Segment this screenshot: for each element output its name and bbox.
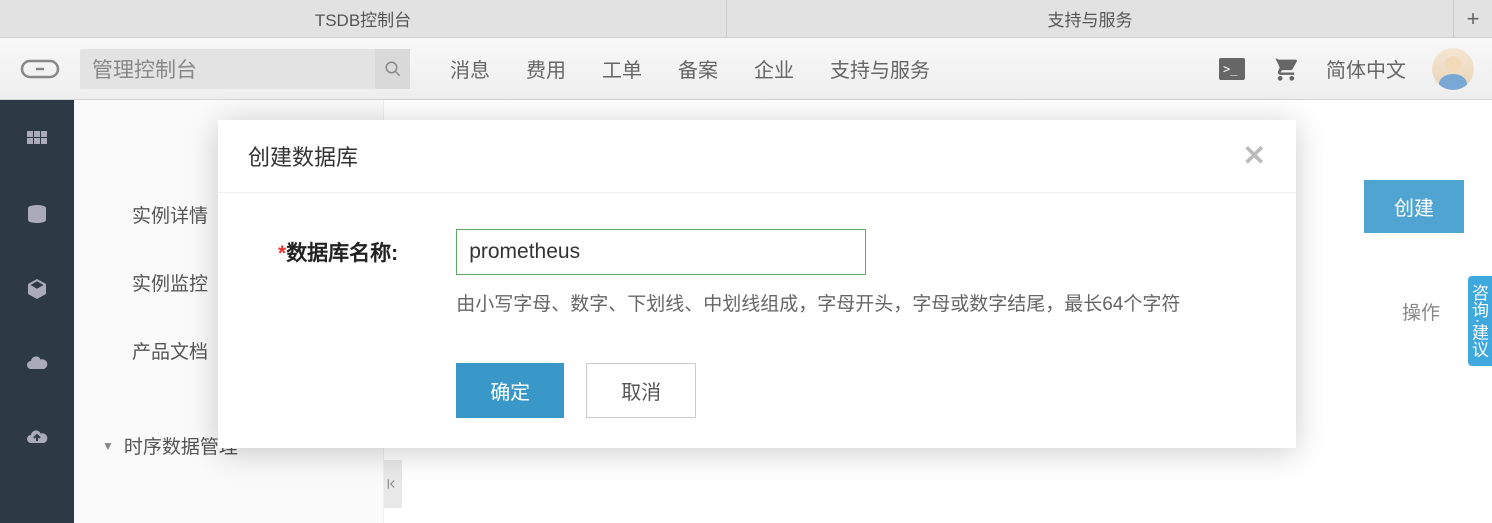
cloud-upload-icon: [25, 425, 49, 449]
modal-title: 创建数据库: [248, 140, 358, 172]
avatar[interactable]: [1432, 48, 1474, 90]
nav-icp[interactable]: 备案: [678, 54, 718, 83]
collapse-icon: [386, 477, 400, 491]
nav-billing[interactable]: 费用: [526, 54, 566, 83]
db-name-label: *数据库名称:: [278, 229, 398, 267]
feedback-side-tab[interactable]: 咨询·建议: [1468, 276, 1492, 366]
database-icon: [25, 203, 49, 227]
form-row-dbname: *数据库名称: 由小写字母、数字、下划线、中划线组成，字母开头，字母或数字结尾，…: [278, 229, 1256, 418]
operations-column-header: 操作: [1402, 298, 1440, 325]
tab-support-service[interactable]: 支持与服务: [727, 0, 1454, 37]
sidebar-collapse-toggle[interactable]: [384, 460, 402, 508]
sidebar-database[interactable]: [24, 202, 50, 228]
browser-tabs-bar: TSDB控制台 支持与服务 +: [0, 0, 1492, 38]
cart-icon[interactable]: [1272, 57, 1300, 81]
nav-support[interactable]: 支持与服务: [830, 54, 930, 83]
create-button[interactable]: 创建: [1364, 180, 1464, 233]
header-bar: 消息 费用 工单 备案 企业 支持与服务 >_ 简体中文: [0, 38, 1492, 100]
search-button[interactable]: [375, 49, 410, 89]
nav-tickets[interactable]: 工单: [602, 54, 642, 83]
svg-text:>_: >_: [1223, 62, 1238, 76]
form-control-wrap: 由小写字母、数字、下划线、中划线组成，字母开头，字母或数字结尾，最长64个字符 …: [456, 229, 1256, 418]
confirm-button[interactable]: 确定: [456, 363, 564, 418]
tab-tsdb-console[interactable]: TSDB控制台: [0, 0, 727, 37]
language-selector[interactable]: 简体中文: [1326, 54, 1406, 83]
grid-icon: [25, 129, 49, 153]
main-sidebar: [0, 100, 74, 523]
sidebar-cube[interactable]: [24, 276, 50, 302]
create-database-modal: 创建数据库 ✕ *数据库名称: 由小写字母、数字、下划线、中划线组成，字母开头，…: [218, 120, 1296, 448]
db-name-hint: 由小写字母、数字、下划线、中划线组成，字母开头，字母或数字结尾，最长64个字符: [456, 289, 1196, 321]
cloud-icon: [25, 351, 49, 375]
cancel-button[interactable]: 取消: [586, 363, 696, 418]
modal-header: 创建数据库 ✕: [218, 120, 1296, 193]
required-mark: *: [278, 242, 286, 265]
cube-icon: [25, 277, 49, 301]
brand-logo-icon[interactable]: [18, 54, 62, 84]
nav-messages[interactable]: 消息: [450, 54, 490, 83]
terminal-icon[interactable]: >_: [1218, 57, 1246, 81]
close-icon[interactable]: ✕: [1243, 142, 1266, 170]
sidebar-apps[interactable]: [24, 128, 50, 154]
search-input[interactable]: [80, 49, 375, 89]
search-icon: [384, 60, 402, 78]
tab-add-button[interactable]: +: [1454, 0, 1492, 37]
nav-links: 消息 费用 工单 备案 企业 支持与服务: [450, 54, 930, 83]
modal-body: *数据库名称: 由小写字母、数字、下划线、中划线组成，字母开头，字母或数字结尾，…: [218, 193, 1296, 448]
label-text: 数据库名称:: [286, 242, 398, 265]
search-container: [80, 49, 410, 89]
modal-actions: 确定 取消: [456, 363, 1256, 418]
db-name-input[interactable]: [456, 229, 866, 275]
chevron-down-icon: ▼: [102, 439, 114, 453]
nav-enterprise[interactable]: 企业: [754, 54, 794, 83]
header-right: >_ 简体中文: [1218, 48, 1474, 90]
sidebar-cloud-upload[interactable]: [24, 424, 50, 450]
sidebar-cloud[interactable]: [24, 350, 50, 376]
